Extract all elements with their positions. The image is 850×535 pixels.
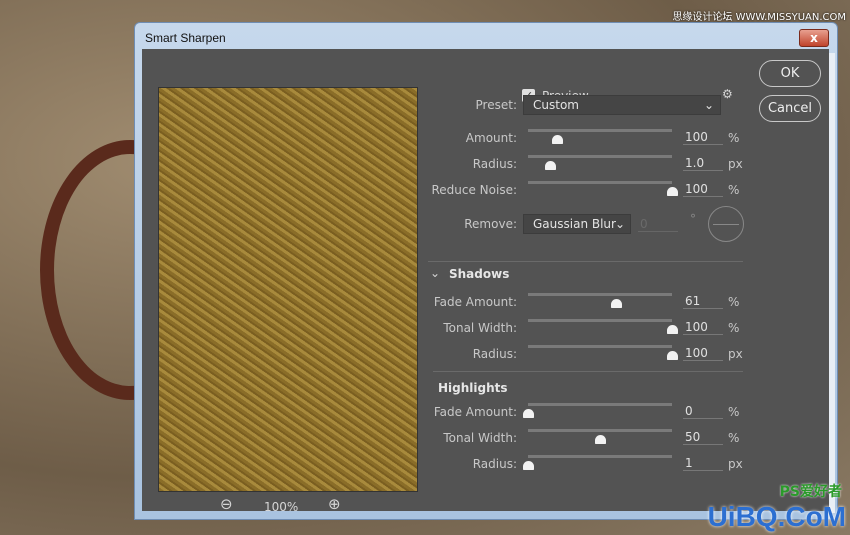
slider-label: Fade Amount: — [433, 295, 517, 309]
watermark-bottom-small: PS爱好者 — [779, 484, 842, 500]
slider-label: Radius: — [472, 157, 517, 171]
unit-label: px — [728, 347, 743, 361]
close-button[interactable]: x — [799, 29, 829, 47]
slider-track[interactable] — [528, 155, 672, 158]
slider-thumb[interactable] — [595, 435, 606, 444]
scrollbar[interactable] — [829, 53, 835, 513]
value-input[interactable]: 100 — [683, 346, 723, 361]
dialog-content: ⊖ 100% ⊕ ✓ Preview ⚙ OK Cancel Preset: C… — [142, 49, 829, 514]
unit-label: px — [728, 457, 743, 471]
value-input[interactable]: 61 — [683, 294, 723, 309]
divider — [428, 261, 743, 262]
preset-dropdown[interactable]: Custom ⌄ — [523, 95, 721, 115]
chevron-down-icon: ⌄ — [614, 217, 625, 231]
slider-track[interactable] — [528, 345, 672, 348]
unit-label: % — [728, 405, 740, 419]
shadows-header[interactable]: Shadows — [449, 267, 509, 281]
slider-thumb[interactable] — [667, 187, 678, 196]
gear-icon[interactable]: ⚙ — [722, 87, 733, 101]
highlights-header: Highlights — [438, 381, 508, 395]
chevron-down-icon[interactable]: ⌄ — [430, 266, 440, 280]
unit-label: % — [728, 131, 740, 145]
divider — [433, 371, 743, 372]
value-input[interactable]: 50 — [683, 430, 723, 445]
slider-label: Reduce Noise: — [431, 183, 517, 197]
slider-thumb[interactable] — [610, 299, 622, 308]
value-input[interactable]: 1.0 — [683, 156, 723, 171]
remove-label: Remove: — [464, 217, 517, 231]
slider-label: Fade Amount: — [433, 405, 517, 419]
watermark-top: 思缘设计论坛 WWW.MISSYUAN.COM — [672, 12, 846, 23]
slider-track[interactable] — [528, 181, 672, 184]
slider-track[interactable] — [528, 129, 672, 132]
slider-track[interactable] — [528, 319, 672, 322]
value-input[interactable]: 0 — [683, 404, 723, 419]
value-input[interactable]: 100 — [683, 320, 723, 335]
unit-label: % — [728, 183, 740, 197]
slider-label: Tonal Width: — [443, 431, 517, 445]
angle-input[interactable]: 0 — [638, 217, 678, 232]
preset-value: Custom — [533, 98, 579, 112]
slider-label: Radius: — [472, 347, 517, 361]
remove-value: Gaussian Blur — [533, 217, 616, 231]
slider-label: Amount: — [465, 131, 517, 145]
window-title: Smart Sharpen — [145, 31, 226, 45]
unit-label: % — [728, 295, 740, 309]
ok-button[interactable]: OK — [759, 60, 821, 87]
zoom-out-icon[interactable]: ⊖ — [220, 495, 233, 513]
angle-unit: ° — [690, 212, 696, 226]
slider-track[interactable] — [528, 455, 672, 458]
preview-image[interactable] — [158, 87, 418, 492]
smart-sharpen-dialog: Smart Sharpen x ⊖ 100% ⊕ ✓ Preview ⚙ OK … — [134, 22, 838, 520]
unit-label: % — [728, 321, 740, 335]
value-input[interactable]: 100 — [683, 130, 723, 145]
angle-dial[interactable] — [708, 206, 744, 242]
slider-thumb[interactable] — [667, 351, 678, 360]
slider-track[interactable] — [528, 429, 672, 432]
slider-thumb[interactable] — [667, 325, 678, 334]
slider-thumb[interactable] — [523, 409, 534, 418]
zoom-level: 100% — [264, 500, 299, 514]
slider-thumb[interactable] — [544, 161, 556, 170]
unit-label: % — [728, 431, 740, 445]
slider-thumb[interactable] — [551, 135, 563, 144]
chevron-down-icon: ⌄ — [703, 98, 714, 112]
cancel-button[interactable]: Cancel — [759, 95, 821, 122]
slider-label: Tonal Width: — [443, 321, 517, 335]
zoom-in-icon[interactable]: ⊕ — [328, 495, 341, 513]
slider-track[interactable] — [528, 403, 672, 406]
value-input[interactable]: 100 — [683, 182, 723, 197]
slider-thumb[interactable] — [523, 461, 534, 470]
slider-label: Radius: — [472, 457, 517, 471]
preset-label: Preset: — [475, 98, 517, 112]
unit-label: px — [728, 157, 743, 171]
watermark-bottom: UiBQ.CoM — [707, 501, 846, 532]
remove-dropdown[interactable]: Gaussian Blur ⌄ — [523, 214, 631, 234]
value-input[interactable]: 1 — [683, 456, 723, 471]
slider-track[interactable] — [528, 293, 672, 296]
